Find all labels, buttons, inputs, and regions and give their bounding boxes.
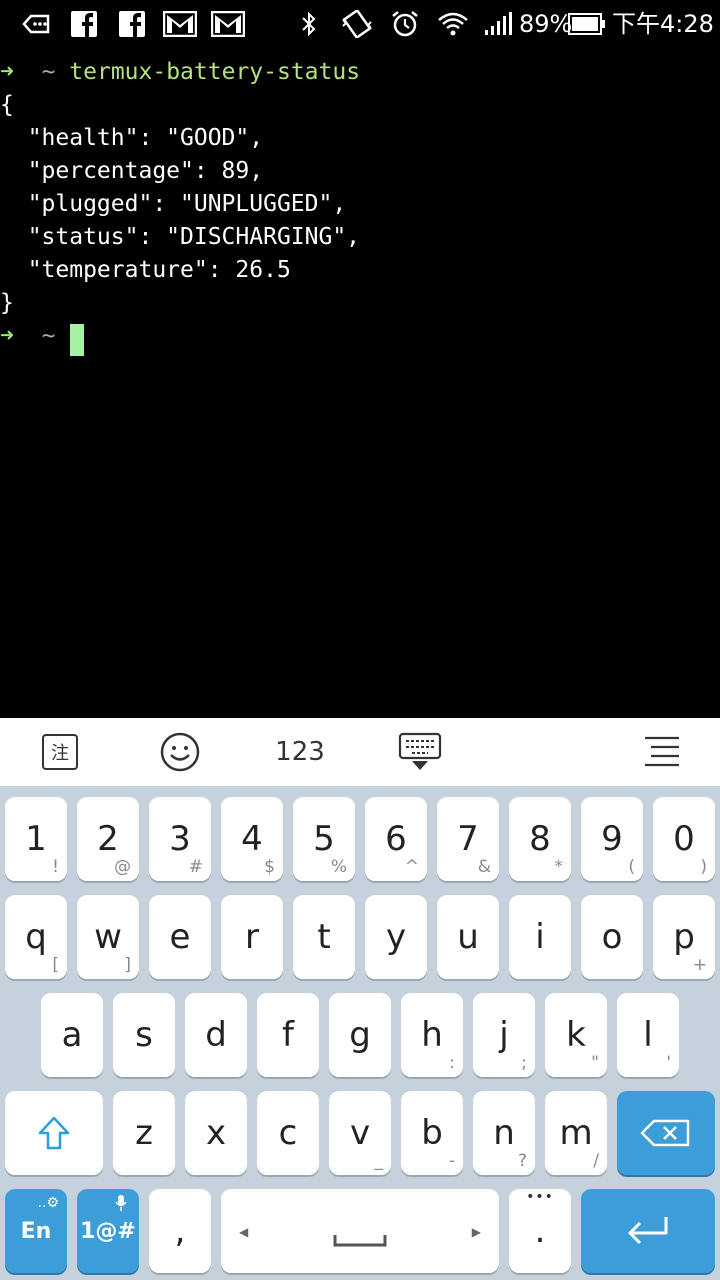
- alarm-icon: [390, 10, 420, 38]
- key-5[interactable]: 5%: [293, 797, 355, 881]
- clock: 下午4:28: [612, 10, 714, 38]
- key-u[interactable]: u: [437, 895, 499, 979]
- enter-icon: [628, 1217, 668, 1245]
- battery-icon: [568, 10, 606, 38]
- keyboard-toolbar: 注 123: [0, 718, 720, 786]
- key-h[interactable]: h:: [401, 993, 463, 1077]
- key-o[interactable]: o: [581, 895, 643, 979]
- numbers-button[interactable]: 123: [270, 718, 330, 786]
- key-k[interactable]: k ": [545, 993, 607, 1077]
- key-n[interactable]: n?: [473, 1091, 535, 1175]
- soft-keyboard: 1! 2 @ 3 # 4 $ 5% 6 ^ 7 & 8 * 9( 0) q[ w] e r …: [0, 786, 720, 1280]
- menu-icon: [645, 736, 679, 767]
- output-line: "status": "DISCHARGING",: [0, 224, 361, 250]
- key-d[interactable]: d: [185, 993, 247, 1077]
- output-line: "percentage": 89,: [0, 158, 264, 184]
- key-e[interactable]: e: [149, 895, 211, 979]
- facebook-icon: [70, 10, 98, 38]
- shift-icon: [38, 1116, 70, 1150]
- key-z[interactable]: z: [113, 1091, 175, 1175]
- key-6[interactable]: 6 ^: [365, 797, 427, 881]
- key-y[interactable]: y: [365, 895, 427, 979]
- key-j[interactable]: j;: [473, 993, 535, 1077]
- backspace-key[interactable]: [617, 1091, 715, 1175]
- prompt-line: ➜ ~: [0, 320, 55, 353]
- prompt-tilde: ~: [41, 59, 56, 85]
- command-line: ➜ ~ termux-battery-status: [0, 56, 360, 89]
- command-text: termux-battery-status: [69, 59, 361, 85]
- output-line: "health": "GOOD",: [0, 125, 264, 151]
- key-v[interactable]: v _: [329, 1091, 391, 1175]
- space-bar-icon: [333, 1235, 387, 1247]
- key-a[interactable]: a: [41, 993, 103, 1077]
- key-w[interactable]: w]: [77, 895, 139, 979]
- terminal-output[interactable]: ➜ ~ termux-battery-status { "health": "G…: [0, 54, 720, 718]
- key-2[interactable]: 2 @: [77, 797, 139, 881]
- symbols-key[interactable]: 1@#: [77, 1189, 139, 1273]
- facebook-icon: [118, 10, 146, 38]
- output-line: {: [0, 92, 14, 118]
- key-t[interactable]: t: [293, 895, 355, 979]
- battery-percent: 89%: [519, 10, 573, 38]
- annotate-label: 注: [42, 734, 78, 770]
- wifi-icon: [437, 10, 469, 38]
- hide-keyboard-button[interactable]: [396, 718, 444, 786]
- key-b[interactable]: b-: [401, 1091, 463, 1175]
- status-bar: 89% 下午4:28: [0, 0, 720, 48]
- key-4[interactable]: 4 $: [221, 797, 283, 881]
- backspace-icon: [640, 1119, 690, 1147]
- gmail-icon: [163, 10, 197, 38]
- key-g[interactable]: g: [329, 993, 391, 1077]
- key-8[interactable]: 8 *: [509, 797, 571, 881]
- menu-button[interactable]: [640, 718, 684, 786]
- enter-key[interactable]: [581, 1189, 715, 1273]
- vibrate-icon: [340, 10, 374, 38]
- prompt-arrow-icon: ➜: [0, 59, 14, 85]
- prompt-tilde: ~: [41, 323, 56, 349]
- shift-key[interactable]: [5, 1091, 103, 1175]
- key-l[interactable]: l ': [617, 993, 679, 1077]
- cursor-left-icon: ◀: [239, 1225, 249, 1239]
- period-key[interactable]: ••• .: [509, 1189, 571, 1273]
- key-7[interactable]: 7 &: [437, 797, 499, 881]
- key-i[interactable]: i: [509, 895, 571, 979]
- key-9[interactable]: 9(: [581, 797, 643, 881]
- comma-key[interactable]: ,: [149, 1189, 211, 1273]
- bluetooth-icon: [299, 10, 319, 38]
- language-key[interactable]: ..⚙ En: [5, 1189, 67, 1273]
- voicemail-icon: [22, 10, 50, 38]
- key-r[interactable]: r: [221, 895, 283, 979]
- key-3[interactable]: 3 #: [149, 797, 211, 881]
- key-x[interactable]: x: [185, 1091, 247, 1175]
- key-0[interactable]: 0): [653, 797, 715, 881]
- emoji-button[interactable]: [156, 718, 204, 786]
- signal-icon: [483, 10, 513, 38]
- key-1[interactable]: 1!: [5, 797, 67, 881]
- space-key[interactable]: ◀ ▶: [221, 1189, 499, 1273]
- key-c[interactable]: c: [257, 1091, 319, 1175]
- key-s[interactable]: s: [113, 993, 175, 1077]
- key-f[interactable]: f: [257, 993, 319, 1077]
- key-m[interactable]: m /: [545, 1091, 607, 1175]
- output-line: }: [0, 290, 14, 316]
- output-line: "plugged": "UNPLUGGED",: [0, 191, 347, 217]
- terminal-cursor: [70, 324, 84, 356]
- output-line: "temperature": 26.5: [0, 257, 291, 283]
- smiley-icon: [160, 732, 200, 772]
- hide-keyboard-icon: [398, 732, 442, 770]
- annotate-button[interactable]: 注: [38, 718, 82, 786]
- key-p[interactable]: p +: [653, 895, 715, 979]
- prompt-arrow-icon: ➜: [0, 323, 14, 349]
- cursor-right-icon: ▶: [471, 1225, 481, 1239]
- key-q[interactable]: q[: [5, 895, 67, 979]
- gmail-icon: [211, 10, 245, 38]
